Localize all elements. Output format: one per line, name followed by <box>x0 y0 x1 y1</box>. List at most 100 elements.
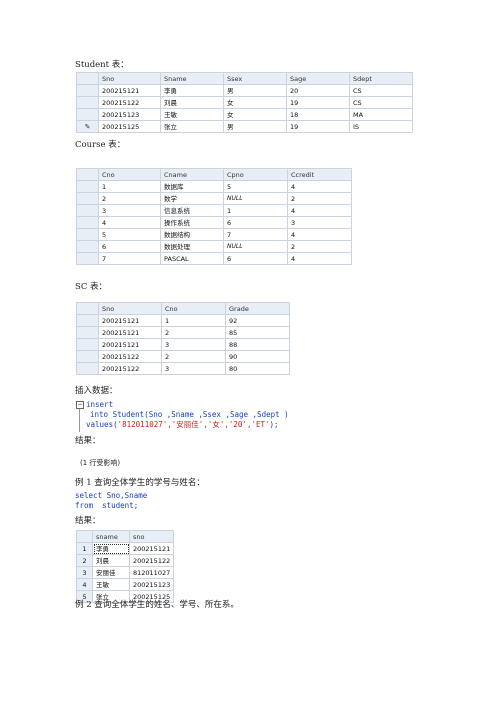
row-header[interactable] <box>76 314 99 327</box>
table-cell[interactable]: 李勇 <box>92 542 130 555</box>
table-cell[interactable]: 4 <box>287 180 352 193</box>
table-row[interactable]: 200215121 李勇男 20 CS <box>76 84 413 97</box>
table-cell[interactable]: 王敏 <box>92 578 130 591</box>
table-cell[interactable]: 200215123 <box>129 578 174 591</box>
column-header[interactable]: Cno <box>161 302 226 315</box>
table-cell[interactable]: 200215121 <box>98 338 162 351</box>
table-cell[interactable]: 200215122 <box>98 96 161 109</box>
row-header[interactable] <box>76 228 99 241</box>
table-cell[interactable]: 200215121 <box>98 84 161 97</box>
table-cell[interactable]: 20 <box>286 84 350 97</box>
table-cell[interactable]: 李勇 <box>160 84 224 97</box>
table-cell[interactable]: NULL <box>223 192 288 205</box>
table-cell[interactable]: 数据库 <box>160 180 224 193</box>
table-cell[interactable]: 6 <box>223 252 288 265</box>
table-cell[interactable]: 2 <box>161 350 226 363</box>
table-cell[interactable]: 200215123 <box>98 108 161 121</box>
table-cell[interactable]: 92 <box>225 314 290 327</box>
row-header[interactable] <box>76 192 99 205</box>
table-cell[interactable]: 18 <box>286 108 350 121</box>
table-cell[interactable]: 200215121 <box>129 542 174 555</box>
table-cell[interactable]: 女 <box>223 96 287 109</box>
table-cell[interactable]: 1 <box>161 314 226 327</box>
table-row[interactable]: 200215122 刘晨女 19 CS <box>76 96 413 109</box>
table-cell[interactable]: 女 <box>223 108 287 121</box>
table-cell[interactable]: 张立 <box>160 120 224 133</box>
table-cell[interactable]: 7 <box>98 252 161 265</box>
column-header[interactable]: sname <box>92 530 130 543</box>
table-cell[interactable]: 3 <box>287 216 352 229</box>
row-header[interactable] <box>76 326 99 339</box>
table-cell[interactable]: 200215122 <box>129 554 174 567</box>
table-cell[interactable]: 200215122 <box>98 362 162 375</box>
table-row[interactable]: 3 安丽佳 812011027 <box>76 566 174 579</box>
table-row[interactable]: 4 操作系统 6 3 <box>76 216 352 229</box>
column-header[interactable]: sno <box>129 530 174 543</box>
row-header[interactable] <box>76 338 99 351</box>
table-cell[interactable]: 3 <box>161 362 226 375</box>
minus-box-icon[interactable]: − <box>76 401 84 409</box>
table-cell[interactable]: NULL <box>223 240 288 253</box>
table-cell[interactable]: 6 <box>223 216 288 229</box>
table-row[interactable]: 200215121 3 88 <box>76 338 290 351</box>
table-cell[interactable]: 操作系统 <box>160 216 224 229</box>
table-cell[interactable]: 200215125 <box>98 120 161 133</box>
table-row[interactable]: 1 数据库 5 4 <box>76 180 352 193</box>
table-cell[interactable]: 3 <box>161 338 226 351</box>
table-cell[interactable]: 数据结构 <box>160 228 224 241</box>
table-cell[interactable]: PASCAL <box>160 252 224 265</box>
table-cell[interactable]: 5 <box>98 228 161 241</box>
column-header[interactable]: Cno <box>98 168 161 181</box>
row-header[interactable] <box>76 350 99 363</box>
row-number[interactable]: 3 <box>76 566 93 579</box>
table-row[interactable]: 2 刘晨 200215122 <box>76 554 174 567</box>
table-cell[interactable]: 男 <box>223 84 287 97</box>
table-cell[interactable]: 男 <box>223 120 287 133</box>
table-cell[interactable]: 88 <box>225 338 290 351</box>
column-header[interactable]: Sdept <box>349 72 413 85</box>
column-header[interactable]: Cname <box>160 168 224 181</box>
row-header[interactable] <box>76 96 99 109</box>
table-row[interactable]: 200215123 王敏女 18 MA <box>76 108 413 121</box>
table-row[interactable]: 200215121 1 92 <box>76 314 290 327</box>
table-cell[interactable]: 4 <box>98 216 161 229</box>
corner-cell[interactable] <box>76 530 93 543</box>
table-cell[interactable]: 刘晨 <box>160 96 224 109</box>
table-row[interactable]: 1 李勇 200215121 <box>76 542 174 555</box>
table-row[interactable]: 200215122 3 80 <box>76 362 290 375</box>
table-row[interactable]: 200215121 2 85 <box>76 326 290 339</box>
row-number[interactable]: 4 <box>76 578 93 591</box>
row-header[interactable] <box>76 240 99 253</box>
row-number[interactable]: 1 <box>76 542 93 555</box>
row-header[interactable] <box>76 204 99 217</box>
table-cell[interactable]: 刘晨 <box>92 554 130 567</box>
table-cell[interactable]: IS <box>349 120 413 133</box>
table-cell[interactable]: 4 <box>287 204 352 217</box>
column-header[interactable]: Sage <box>286 72 350 85</box>
corner-cell[interactable] <box>76 168 99 181</box>
table-cell[interactable]: 3 <box>98 204 161 217</box>
table-cell[interactable]: 80 <box>225 362 290 375</box>
table-cell[interactable]: 数学 <box>160 192 224 205</box>
table-cell[interactable]: CS <box>349 96 413 109</box>
table-cell[interactable]: MA <box>349 108 413 121</box>
table-cell[interactable]: 200215121 <box>98 326 162 339</box>
table-cell[interactable]: 7 <box>223 228 288 241</box>
corner-cell[interactable] <box>76 72 99 85</box>
row-header[interactable] <box>76 362 99 375</box>
table-cell[interactable]: 19 <box>286 120 350 133</box>
table-cell[interactable]: 4 <box>287 252 352 265</box>
table-row[interactable]: 7 PASCAL 6 4 <box>76 252 352 265</box>
column-header[interactable]: Cpno <box>223 168 288 181</box>
row-header[interactable] <box>76 108 99 121</box>
table-cell[interactable]: 安丽佳 <box>92 566 130 579</box>
table-cell[interactable]: 2 <box>287 240 352 253</box>
table-cell[interactable]: 4 <box>287 228 352 241</box>
column-header[interactable]: Grade <box>225 302 290 315</box>
table-cell[interactable]: 2 <box>287 192 352 205</box>
row-header[interactable] <box>76 180 99 193</box>
table-cell[interactable]: 200215122 <box>98 350 162 363</box>
table-row[interactable]: 4 王敏 200215123 <box>76 578 174 591</box>
table-cell[interactable]: 2 <box>161 326 226 339</box>
row-number[interactable]: 2 <box>76 554 93 567</box>
